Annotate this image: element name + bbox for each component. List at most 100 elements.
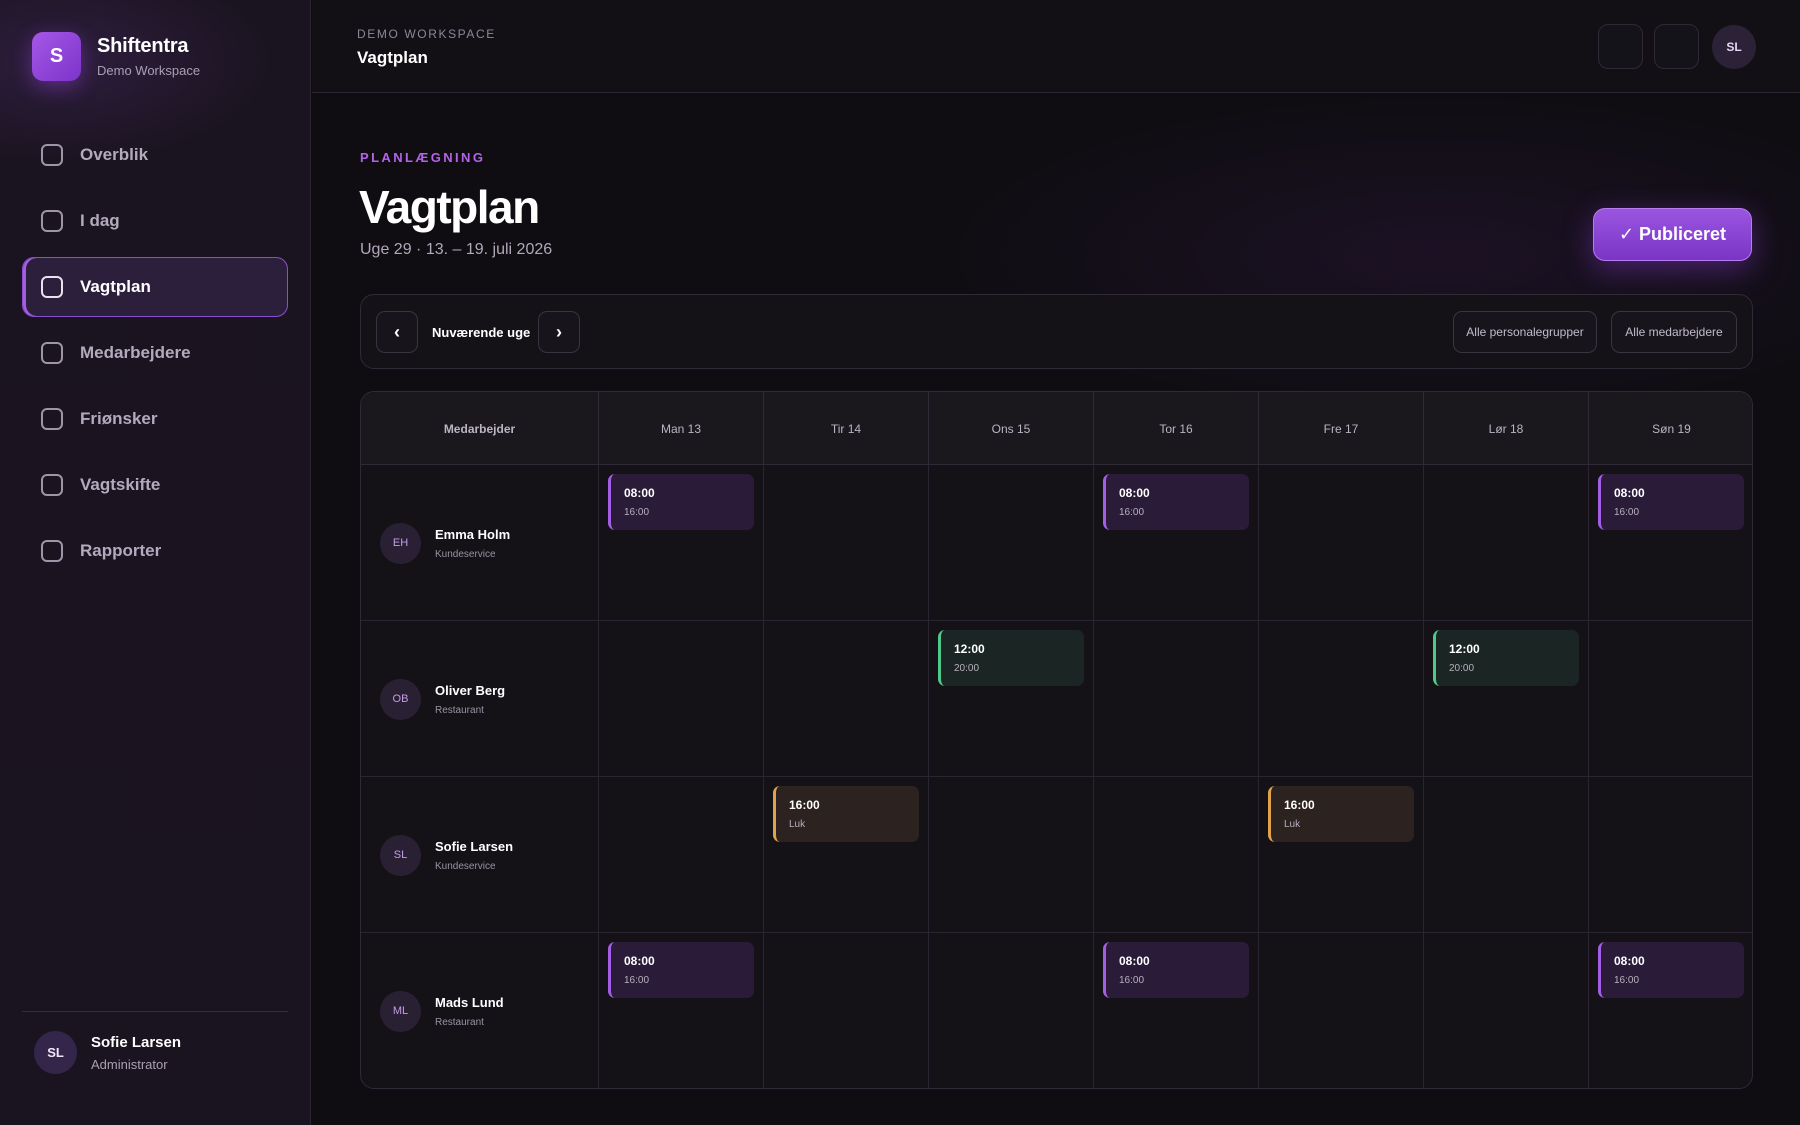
- shift-end: Luk: [1284, 819, 1301, 830]
- sidebar-item-rapporter[interactable]: Rapporter: [22, 521, 288, 581]
- shift-card[interactable]: 16:00 Luk: [1268, 786, 1414, 842]
- day-cell[interactable]: [929, 465, 1094, 621]
- brand[interactable]: S Shiftentra Demo Workspace: [32, 32, 200, 81]
- prev-week-button[interactable]: ‹: [376, 311, 418, 353]
- time-off-icon: [41, 408, 63, 430]
- shift-start: 12:00: [954, 642, 985, 656]
- current-user[interactable]: SL Sofie Larsen Administrator: [34, 1031, 181, 1074]
- day-cell[interactable]: [929, 777, 1094, 933]
- employee-text: Sofie Larsen Kundeservice: [435, 839, 513, 872]
- week-toolbar: ‹ Nuværende uge › Alle personalegrupper …: [360, 294, 1753, 369]
- avatar: SL: [380, 834, 421, 876]
- brand-name: Shiftentra: [97, 35, 189, 57]
- brand-workspace: Demo Workspace: [97, 63, 201, 78]
- shift-end: 16:00: [624, 975, 650, 986]
- day-cell[interactable]: 16:00 Luk: [764, 777, 929, 933]
- overblik-icon: [41, 144, 63, 166]
- sidebar-item-overblik[interactable]: Overblik: [22, 125, 288, 185]
- sidebar-item-frionsker[interactable]: Friønsker: [22, 389, 288, 449]
- employee-name: Mads Lund: [435, 994, 504, 1010]
- day-cell[interactable]: [1589, 777, 1752, 933]
- day-cell[interactable]: [1259, 933, 1424, 1088]
- publish-button[interactable]: ✓ Publiceret: [1593, 208, 1752, 261]
- shift-card[interactable]: 12:00 20:00: [938, 630, 1084, 686]
- user-name: Sofie Larsen: [91, 1033, 182, 1051]
- day-cell[interactable]: [764, 933, 929, 1088]
- avatar: EH: [380, 522, 421, 564]
- employee[interactable]: SL Sofie Larsen Kundeservice: [380, 777, 513, 933]
- avatar: ML: [380, 990, 421, 1032]
- shift-card[interactable]: 08:00 16:00: [1598, 474, 1744, 530]
- sidebar: S Shiftentra Demo Workspace Overblik I d…: [0, 0, 311, 1125]
- employee[interactable]: ML Mads Lund Restaurant: [380, 933, 504, 1088]
- avatar[interactable]: SL: [1712, 25, 1756, 69]
- day-cell[interactable]: [1259, 621, 1424, 777]
- page-subtitle: Uge 29 · 13. – 19. juli 2026: [360, 241, 553, 258]
- day-cell[interactable]: [1094, 777, 1259, 933]
- shift-card[interactable]: 08:00 16:00: [1103, 474, 1249, 530]
- day-cell[interactable]: 08:00 16:00: [1589, 933, 1752, 1088]
- shift-card[interactable]: 12:00 20:00: [1433, 630, 1579, 686]
- day-cell[interactable]: [929, 933, 1094, 1088]
- employee-department: Kundeservice: [435, 548, 496, 560]
- day-cell[interactable]: [599, 621, 764, 777]
- staff-group-filter[interactable]: Alle personalegrupper: [1453, 311, 1597, 353]
- shift-card[interactable]: 08:00 16:00: [608, 942, 754, 998]
- current-week-label[interactable]: Nuværende uge: [432, 325, 530, 340]
- day-header: Ons 15: [929, 392, 1094, 465]
- shift-end: 16:00: [1119, 975, 1145, 986]
- day-cell[interactable]: 12:00 20:00: [1424, 621, 1589, 777]
- shift-end: Luk: [789, 819, 806, 830]
- shift-card[interactable]: 08:00 16:00: [1598, 942, 1744, 998]
- next-week-button[interactable]: ›: [538, 311, 580, 353]
- topbar-title: Vagtplan: [357, 48, 428, 67]
- day-cell[interactable]: 08:00 16:00: [599, 465, 764, 621]
- day-cell[interactable]: 08:00 16:00: [599, 933, 764, 1088]
- employee-name: Oliver Berg: [435, 682, 506, 698]
- employee-text: Oliver Berg Restaurant: [435, 683, 505, 716]
- day-cell[interactable]: [1589, 621, 1752, 777]
- day-cell[interactable]: 08:00 16:00: [1589, 465, 1752, 621]
- topbar-button[interactable]: [1598, 24, 1643, 69]
- shift-start: 12:00: [1449, 642, 1480, 656]
- shift-start: 16:00: [789, 798, 820, 812]
- day-cell[interactable]: 12:00 20:00: [929, 621, 1094, 777]
- employee-department: Kundeservice: [435, 860, 496, 872]
- employee-cell: ML Mads Lund Restaurant: [361, 933, 599, 1088]
- shift-card[interactable]: 08:00 16:00: [608, 474, 754, 530]
- sidebar-item-vagtplan[interactable]: Vagtplan: [22, 257, 288, 317]
- day-cell[interactable]: [1424, 933, 1589, 1088]
- sidebar-item-label: Rapporter: [80, 541, 162, 560]
- today-icon: [41, 210, 63, 232]
- day-cell[interactable]: 08:00 16:00: [1094, 933, 1259, 1088]
- day-cell[interactable]: [764, 621, 929, 777]
- day-cell[interactable]: [1424, 465, 1589, 621]
- day-cell[interactable]: 08:00 16:00: [1094, 465, 1259, 621]
- avatar: OB: [380, 678, 421, 720]
- sidebar-item-i-dag[interactable]: I dag: [22, 191, 288, 251]
- day-cell[interactable]: [1259, 465, 1424, 621]
- employee[interactable]: OB Oliver Berg Restaurant: [380, 621, 505, 777]
- sidebar-item-vagtskifte[interactable]: Vagtskifte: [22, 455, 288, 515]
- employee-filter[interactable]: Alle medarbejdere: [1611, 311, 1737, 353]
- day-cell[interactable]: [1094, 621, 1259, 777]
- shift-start: 08:00: [1119, 486, 1150, 500]
- day-header: Tor 16: [1094, 392, 1259, 465]
- sidebar-item-medarbejdere[interactable]: Medarbejdere: [22, 323, 288, 383]
- avatar: SL: [34, 1031, 77, 1074]
- employee-text: Mads Lund Restaurant: [435, 995, 504, 1028]
- day-cell[interactable]: [764, 465, 929, 621]
- day-cell[interactable]: 16:00 Luk: [1259, 777, 1424, 933]
- employee[interactable]: EH Emma Holm Kundeservice: [380, 465, 510, 621]
- shift-card[interactable]: 08:00 16:00: [1103, 942, 1249, 998]
- day-cell[interactable]: [1424, 777, 1589, 933]
- shift-end: 16:00: [1614, 975, 1640, 986]
- shift-start: 08:00: [1119, 954, 1150, 968]
- day-cell[interactable]: [599, 777, 764, 933]
- shift-end: 20:00: [954, 663, 980, 674]
- shift-start: 08:00: [1614, 486, 1645, 500]
- shift-start: 08:00: [624, 954, 655, 968]
- schedule-row: ML Mads Lund Restaurant 08:00 16:00 08:00 16:0…: [361, 933, 1752, 1088]
- shift-card[interactable]: 16:00 Luk: [773, 786, 919, 842]
- topbar-button[interactable]: [1654, 24, 1699, 69]
